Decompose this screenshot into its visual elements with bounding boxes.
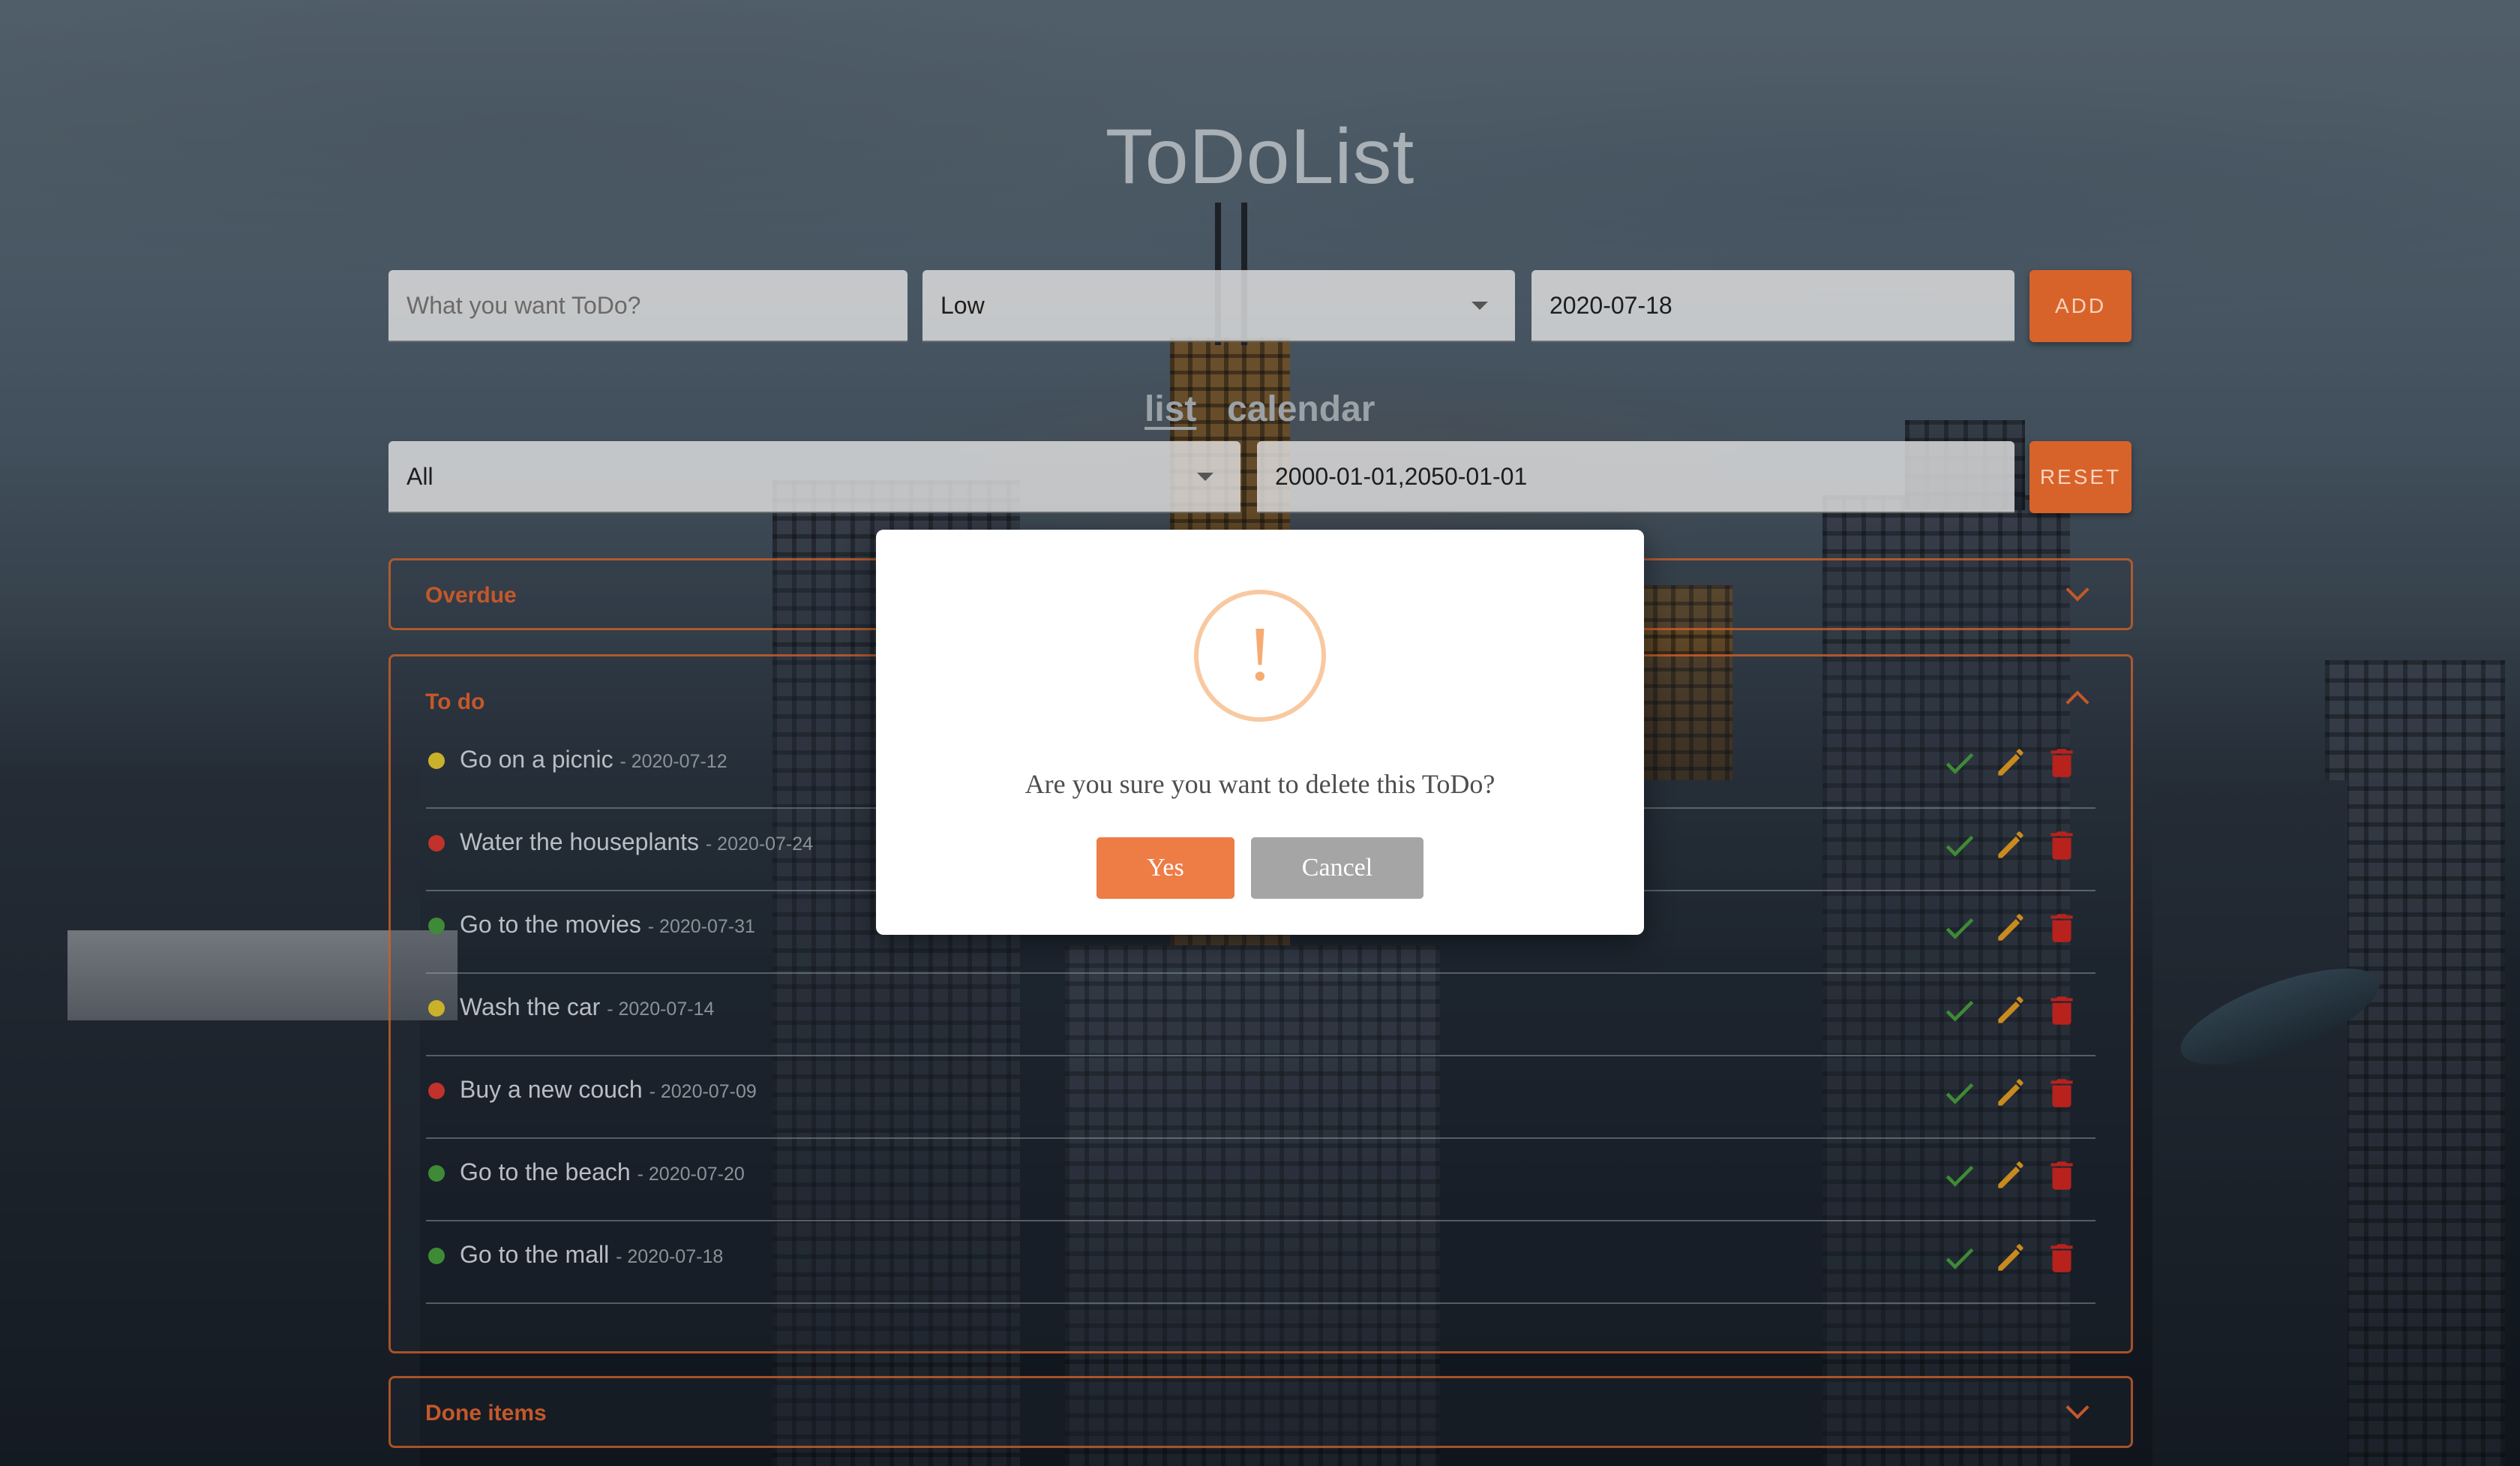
confirm-yes-button[interactable]: Yes [1096, 837, 1234, 899]
modal-backdrop[interactable]: ! Are you sure you want to delete this T… [0, 0, 2520, 1466]
cancel-button[interactable]: Cancel [1251, 837, 1424, 899]
warning-exclamation: ! [1246, 611, 1274, 697]
dialog-message: Are you sure you want to delete this ToD… [1024, 769, 1496, 799]
warning-icon: ! [1194, 590, 1326, 722]
delete-confirm-dialog: ! Are you sure you want to delete this T… [876, 530, 1644, 935]
